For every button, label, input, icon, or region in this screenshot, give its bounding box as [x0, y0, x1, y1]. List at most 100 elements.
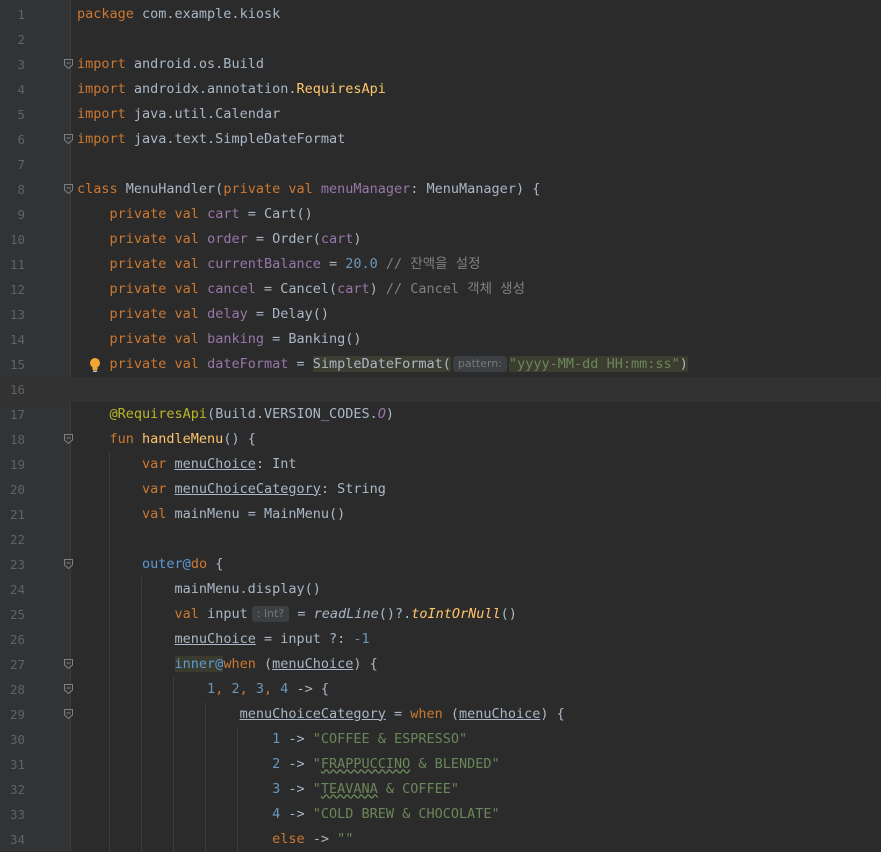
line-number[interactable]: 8 [0, 177, 25, 202]
line-code[interactable]: package com.example.kiosk [77, 2, 280, 27]
line-code[interactable]: 3 -> "TEAVANA & COFFEE" [77, 777, 459, 802]
line-number[interactable]: 2 [0, 27, 25, 52]
line-code[interactable]: private val dateFormat = SimpleDateForma… [77, 352, 688, 377]
line-code[interactable]: private val banking = Banking() [77, 327, 362, 352]
code-line[interactable]: 19 var menuChoice: Int [0, 452, 881, 477]
line-code[interactable]: private val currentBalance = 20.0 // 잔액을… [77, 252, 481, 277]
line-code[interactable]: 2 -> "FRAPPUCCINO & BLENDED" [77, 752, 500, 777]
code-line[interactable]: 8 class MenuHandler(private val menuManag… [0, 177, 881, 202]
line-code[interactable]: val mainMenu = MainMenu() [77, 502, 345, 527]
code-line[interactable]: 31 2 -> "FRAPPUCCINO & BLENDED" [0, 752, 881, 777]
code-line[interactable]: 34 else -> "" [0, 827, 881, 852]
line-number[interactable]: 4 [0, 77, 25, 102]
fold-marker-icon[interactable] [64, 708, 73, 719]
fold-marker-icon[interactable] [64, 58, 73, 69]
line-number[interactable]: 33 [0, 802, 25, 827]
line-code[interactable]: 1, 2, 3, 4 -> { [77, 677, 329, 702]
line-number[interactable]: 20 [0, 477, 25, 502]
code-line[interactable]: 28 1, 2, 3, 4 -> { [0, 677, 881, 702]
code-line[interactable]: 25 val input: Int? = readLine()?.toIntOr… [0, 602, 881, 627]
line-number[interactable]: 18 [0, 427, 25, 452]
line-number[interactable]: 26 [0, 627, 25, 652]
line-number[interactable]: 24 [0, 577, 25, 602]
code-line[interactable]: 2 [0, 27, 881, 52]
line-code[interactable]: else -> "" [77, 827, 353, 852]
code-line[interactable]: 23 outer@do { [0, 552, 881, 577]
code-line[interactable]: 11 private val currentBalance = 20.0 // … [0, 252, 881, 277]
line-code[interactable]: private val cart = Cart() [77, 202, 313, 227]
line-code[interactable]: 1 -> "COFFEE & ESPRESSO" [77, 727, 467, 752]
fold-marker-icon[interactable] [64, 683, 73, 694]
line-number[interactable]: 30 [0, 727, 25, 752]
line-number[interactable]: 6 [0, 127, 25, 152]
fold-marker-icon[interactable] [64, 133, 73, 144]
code-line[interactable]: 9 private val cart = Cart() [0, 202, 881, 227]
code-line[interactable]: 4 import androidx.annotation.RequiresApi [0, 77, 881, 102]
code-line[interactable]: 15 private val dateFormat = SimpleDateFo… [0, 352, 881, 377]
line-code[interactable]: val input: Int? = readLine()?.toIntOrNul… [77, 602, 517, 627]
line-number[interactable]: 14 [0, 327, 25, 352]
code-line[interactable]: 33 4 -> "COLD BREW & CHOCOLATE" [0, 802, 881, 827]
line-code[interactable]: import android.os.Build [77, 52, 264, 77]
line-code[interactable]: var menuChoice: Int [77, 452, 296, 477]
line-code[interactable]: inner@when (menuChoice) { [77, 652, 378, 677]
line-number[interactable]: 16 [0, 377, 25, 402]
line-code[interactable]: import androidx.annotation.RequiresApi [77, 77, 386, 102]
fold-marker-icon[interactable] [64, 558, 73, 569]
code-line[interactable]: 29 menuChoiceCategory = when (menuChoice… [0, 702, 881, 727]
code-line[interactable]: 1 package com.example.kiosk [0, 2, 881, 27]
line-code[interactable]: class MenuHandler(private val menuManage… [77, 177, 540, 202]
line-number[interactable]: 1 [0, 2, 25, 27]
code-line[interactable]: 17 @RequiresApi(Build.VERSION_CODES.O) [0, 402, 881, 427]
code-line[interactable]: 22 [0, 527, 881, 552]
code-line[interactable]: 7 [0, 152, 881, 177]
code-line[interactable]: 10 private val order = Order(cart) [0, 227, 881, 252]
code-line[interactable]: 5 import java.util.Calendar [0, 102, 881, 127]
code-line[interactable]: 14 private val banking = Banking() [0, 327, 881, 352]
line-number[interactable]: 3 [0, 52, 25, 77]
line-code[interactable]: import java.util.Calendar [77, 102, 280, 127]
code-line[interactable]: 26 menuChoice = input ?: -1 [0, 627, 881, 652]
code-line[interactable]: 12 private val cancel = Cancel(cart) // … [0, 277, 881, 302]
code-line[interactable]: 6 import java.text.SimpleDateFormat [0, 127, 881, 152]
line-code[interactable]: menuChoiceCategory = when (menuChoice) { [77, 702, 565, 727]
code-line[interactable]: 32 3 -> "TEAVANA & COFFEE" [0, 777, 881, 802]
line-number[interactable]: 10 [0, 227, 25, 252]
code-line[interactable]: 18 fun handleMenu() { [0, 427, 881, 452]
code-line[interactable]: 30 1 -> "COFFEE & ESPRESSO" [0, 727, 881, 752]
code-line[interactable]: 3 import android.os.Build [0, 52, 881, 77]
code-line[interactable]: 27 inner@when (menuChoice) { [0, 652, 881, 677]
line-number[interactable]: 27 [0, 652, 25, 677]
line-number[interactable]: 11 [0, 252, 25, 277]
line-number[interactable]: 7 [0, 152, 25, 177]
line-code[interactable]: import java.text.SimpleDateFormat [77, 127, 345, 152]
line-code[interactable]: fun handleMenu() { [77, 427, 256, 452]
code-line[interactable]: 21 val mainMenu = MainMenu() [0, 502, 881, 527]
fold-marker-icon[interactable] [64, 183, 73, 194]
line-number[interactable]: 21 [0, 502, 25, 527]
line-code[interactable]: private val order = Order(cart) [77, 227, 362, 252]
code-line[interactable]: 13 private val delay = Delay() [0, 302, 881, 327]
line-code[interactable]: var menuChoiceCategory: String [77, 477, 386, 502]
line-number[interactable]: 23 [0, 552, 25, 577]
line-number[interactable]: 28 [0, 677, 25, 702]
code-line[interactable]: 16 [0, 376, 881, 402]
code-editor[interactable]: 1 package com.example.kiosk 2 3 import andro… [0, 0, 881, 851]
line-number[interactable]: 34 [0, 827, 25, 852]
line-number[interactable]: 25 [0, 602, 25, 627]
line-code[interactable]: outer@do { [77, 552, 223, 577]
line-code[interactable]: private val delay = Delay() [77, 302, 329, 327]
line-number[interactable]: 12 [0, 277, 25, 302]
code-area[interactable]: 1 package com.example.kiosk 2 3 import andro… [0, 0, 881, 851]
fold-marker-icon[interactable] [64, 658, 73, 669]
line-code[interactable]: @RequiresApi(Build.VERSION_CODES.O) [77, 402, 395, 427]
line-number[interactable]: 19 [0, 452, 25, 477]
line-code[interactable]: 4 -> "COLD BREW & CHOCOLATE" [77, 802, 500, 827]
line-number[interactable]: 15 [0, 352, 25, 377]
line-code[interactable]: menuChoice = input ?: -1 [77, 627, 370, 652]
line-number[interactable]: 13 [0, 302, 25, 327]
code-line[interactable]: 20 var menuChoiceCategory: String [0, 477, 881, 502]
line-number[interactable]: 22 [0, 527, 25, 552]
line-number[interactable]: 29 [0, 702, 25, 727]
code-line[interactable]: 24 mainMenu.display() [0, 577, 881, 602]
